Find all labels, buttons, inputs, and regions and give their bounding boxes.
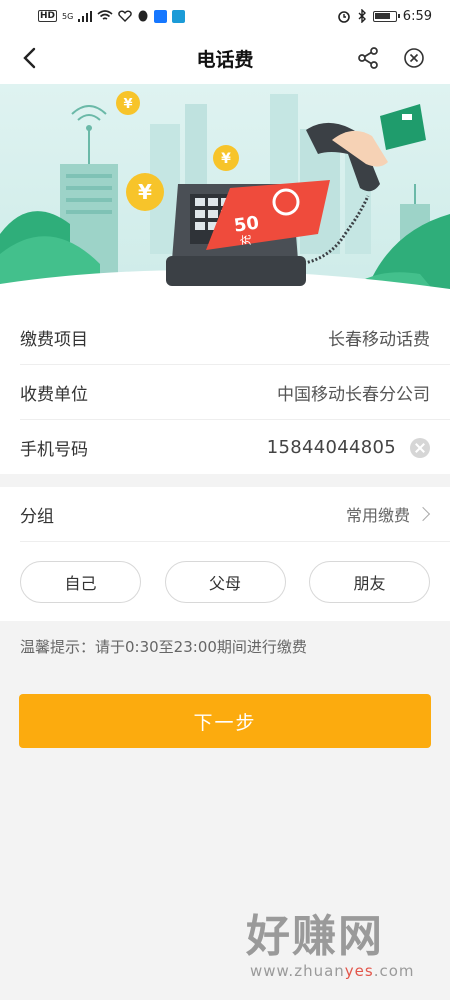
alarm-icon [337,11,350,23]
group-value-wrap: 常用缴费 [346,502,432,526]
info-row-phone: 手机号码 15844044805 [20,420,450,475]
bluetooth-icon [358,9,366,23]
back-arrow-icon [23,47,36,69]
share-button[interactable] [354,44,382,72]
header: 电话费 [0,32,450,84]
watermark-url-suffix: .com [373,962,415,980]
status-time: 6:59 [402,8,432,24]
watermark: 好赚网 www.zhuanyes.com [240,912,440,998]
app-icon-blue [154,9,168,23]
banner-illustration: ¥ ¥ ¥ 50 充 [0,84,450,310]
bill-char: 充 [239,234,253,246]
watermark-url: www.zhuanyes.com [240,962,440,980]
phone-input-wrap: 15844044805 [267,437,430,458]
battery-icon [372,10,400,22]
status-bar-left: HD 5G [38,9,186,23]
group-row[interactable]: 分组 常用缴费 [20,487,450,542]
payment-tip: 温馨提示：请于0:30至23:00期间进行缴费 [20,638,307,656]
qq-icon [138,10,148,21]
page-title: 电话费 [196,48,254,71]
group-label: 分组 [20,506,54,527]
chip-friends[interactable]: 朋友 [309,561,430,603]
info-row-company: 收费单位 中国移动长春分公司 [20,365,450,420]
next-button[interactable]: 下一步 [19,694,431,748]
info-value: 中国移动长春分公司 [277,384,430,405]
svg-text:¥: ¥ [138,180,152,204]
watermark-url-prefix: www.zhuan [250,962,345,980]
hd-badge: HD [38,10,58,22]
banner-art: ¥ ¥ ¥ [0,91,450,310]
group-chips: 自己 父母 朋友 [0,542,450,603]
close-button[interactable] [400,44,428,72]
group-card: 分组 常用缴费 自己 父母 朋友 [0,487,450,621]
info-value: 长春移动话费 [328,329,430,350]
app-icon-teal [172,9,186,23]
signal-icon [78,10,93,22]
back-button[interactable] [14,42,44,74]
info-label: 缴费项目 [20,329,88,350]
watermark-title: 好赚网 [246,911,384,962]
network-label: 5G [62,11,74,21]
chevron-right-icon [415,506,431,522]
clear-icon[interactable] [410,437,430,458]
wifi-icon [97,10,113,20]
share-icon [358,47,378,69]
phone-input[interactable]: 15844044805 [267,437,396,458]
chip-self[interactable]: 自己 [20,561,141,603]
bill-amount: 50 [232,212,261,237]
status-bar-right: 6:59 [337,9,432,24]
svg-text:¥: ¥ [221,151,231,167]
heart-app-icon [118,10,133,22]
svg-text:¥: ¥ [123,97,132,112]
payment-info-card: 缴费项目 长春移动话费 收费单位 中国移动长春分公司 手机号码 15844044… [0,310,450,474]
info-row-item: 缴费项目 长春移动话费 [20,310,450,365]
watermark-url-highlight: yes [344,962,374,980]
chip-parents[interactable]: 父母 [164,561,286,603]
status-bar: HD 5G 6:59 [0,0,450,32]
phone-label: 手机号码 [20,440,88,460]
group-value: 常用缴费 [345,506,410,525]
close-icon [404,48,424,68]
info-label: 收费单位 [20,384,88,405]
